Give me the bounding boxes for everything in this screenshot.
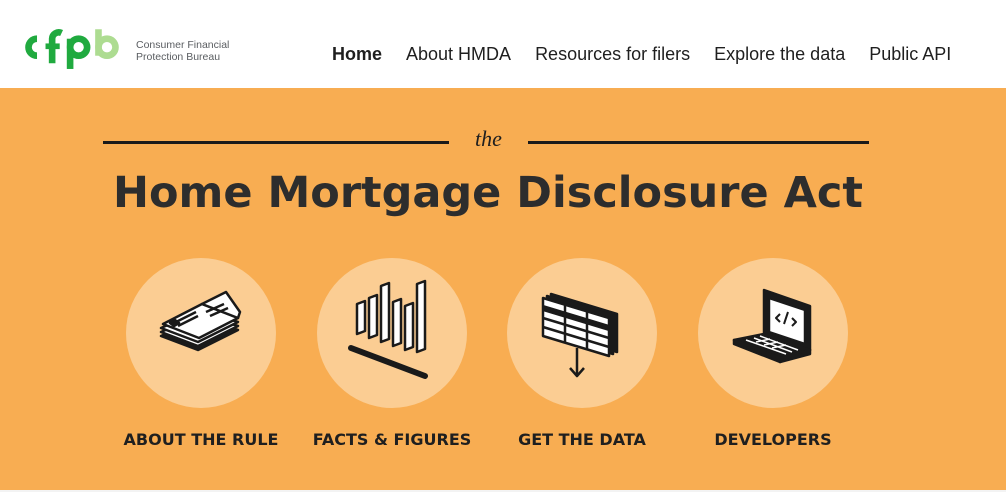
logo-line-1: Consumer Financial — [136, 39, 230, 51]
spreadsheet-download-icon — [541, 292, 619, 378]
site-header: Consumer Financial Protection Bureau Hom… — [0, 0, 1006, 88]
nav-public-api[interactable]: Public API — [869, 43, 951, 65]
hero-kicker: the — [475, 126, 502, 151]
card-developers[interactable]: DEVELOPERS — [673, 258, 873, 458]
main-nav: Home About HMDA Resources for filers Exp… — [332, 43, 951, 65]
nav-home[interactable]: Home — [332, 43, 382, 65]
title-rule-right — [528, 141, 869, 144]
card-circle — [317, 258, 467, 408]
cfpb-logo-mark-icon — [25, 29, 119, 69]
nav-about-hmda[interactable]: About HMDA — [406, 43, 511, 65]
card-circle — [126, 258, 276, 408]
hero-title: Home Mortgage Disclosure Act — [113, 168, 863, 218]
card-circle — [507, 258, 657, 408]
card-label: DEVELOPERS — [714, 430, 832, 449]
laptop-code-icon — [732, 288, 812, 364]
hero-section: the Home Mortgage Disclosure Act ABOUT T… — [0, 88, 1006, 490]
card-circle — [698, 258, 848, 408]
title-rule-left — [103, 141, 449, 144]
logo-agency-name: Consumer Financial Protection Bureau — [136, 39, 240, 63]
logo-line-2: Protection Bureau — [136, 51, 221, 63]
open-book-icon — [159, 290, 242, 352]
cfpb-logo[interactable]: Consumer Financial Protection Bureau — [20, 26, 240, 76]
nav-explore-the-data[interactable]: Explore the data — [714, 43, 845, 65]
card-about-the-rule[interactable]: ABOUT THE RULE — [101, 258, 301, 458]
card-facts-figures[interactable]: FACTS & FIGURES — [292, 258, 492, 458]
card-get-the-data[interactable]: GET THE DATA — [482, 258, 682, 458]
bar-chart-icon — [348, 279, 428, 379]
nav-resources-for-filers[interactable]: Resources for filers — [535, 43, 690, 65]
